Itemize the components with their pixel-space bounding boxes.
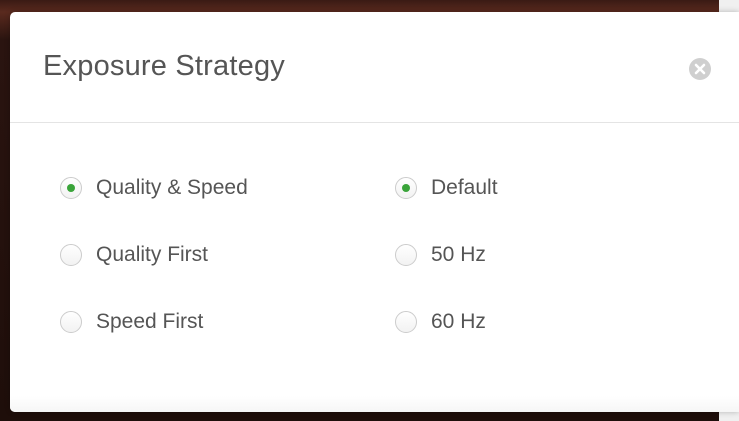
radio-button-checked[interactable]: [395, 177, 417, 199]
close-button[interactable]: [689, 58, 711, 80]
radio-label: Quality First: [96, 243, 209, 266]
dialog-body: Quality & Speed Quality First Speed Firs…: [10, 123, 739, 412]
radio-label: Quality & Speed: [96, 176, 248, 199]
radio-default[interactable]: Default: [395, 173, 498, 203]
radio-button-checked[interactable]: [60, 177, 82, 199]
radio-speed-first[interactable]: Speed First: [60, 307, 203, 337]
radio-button[interactable]: [395, 311, 417, 333]
dialog-footer: [10, 396, 739, 412]
radio-button[interactable]: [60, 244, 82, 266]
radio-button[interactable]: [60, 311, 82, 333]
radio-quality-and-speed[interactable]: Quality & Speed: [60, 173, 248, 203]
radio-label: Speed First: [96, 310, 204, 333]
exposure-strategy-dialog: Exposure Strategy Quality & Speed Qualit…: [10, 12, 739, 412]
radio-50-hz[interactable]: 50 Hz: [395, 240, 486, 270]
radio-button[interactable]: [395, 244, 417, 266]
radio-label: 60 Hz: [431, 310, 486, 333]
radio-60-hz[interactable]: 60 Hz: [395, 307, 486, 337]
radio-label: Default: [431, 176, 498, 199]
dialog-header: Exposure Strategy: [10, 12, 739, 123]
dialog-title: Exposure Strategy: [43, 50, 285, 82]
radio-quality-first[interactable]: Quality First: [60, 240, 208, 270]
close-circle-icon: [694, 63, 706, 75]
radio-label: 50 Hz: [431, 243, 486, 266]
